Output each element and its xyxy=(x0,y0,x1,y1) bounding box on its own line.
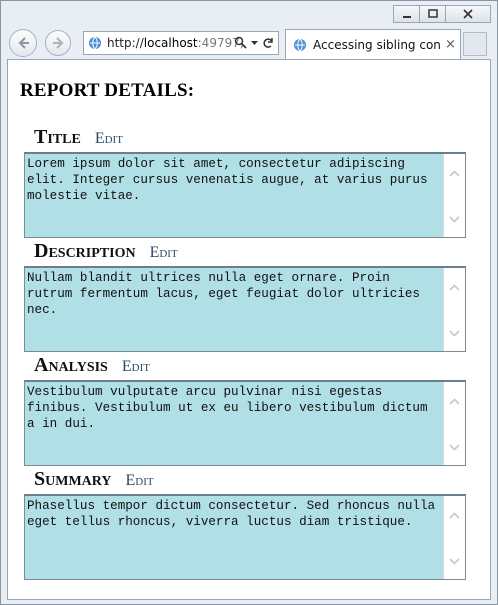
dropdown-arrow-icon[interactable] xyxy=(251,40,258,46)
maximize-icon xyxy=(427,9,438,18)
section-summary: Summary Edit Phasellus tempor dictum con… xyxy=(24,468,466,580)
textarea-text: Lorem ipsum dolor sit amet, consectetur … xyxy=(27,157,428,203)
browser-window: http://localhost:49797, Accessing siblin… xyxy=(0,0,498,605)
new-tab-button[interactable] xyxy=(463,32,487,56)
scroll-up-icon[interactable] xyxy=(449,512,460,519)
close-icon xyxy=(463,9,473,19)
textarea-text: Nullam blandit ultrices nulla eget ornar… xyxy=(27,271,420,317)
textarea[interactable]: Vestibulum vulputate arcu pulvinar nisi … xyxy=(24,380,466,466)
textarea[interactable]: Lorem ipsum dolor sit amet, consectetur … xyxy=(24,152,466,238)
refresh-icon[interactable] xyxy=(262,37,274,49)
section-analysis: Analysis Edit Vestibulum vulputate arcu … xyxy=(24,354,466,466)
scrollbar[interactable] xyxy=(443,496,465,579)
minimize-icon xyxy=(402,16,411,18)
page-globe-icon xyxy=(89,36,101,50)
scroll-down-icon[interactable] xyxy=(449,330,460,337)
scrollbar[interactable] xyxy=(443,154,465,237)
scroll-up-icon[interactable] xyxy=(449,284,460,291)
maximize-button[interactable] xyxy=(419,5,446,23)
search-icon[interactable] xyxy=(234,36,247,49)
window-controls xyxy=(393,5,491,23)
edit-link[interactable]: Edit xyxy=(122,358,150,376)
minimize-button[interactable] xyxy=(393,5,420,23)
tab-title: Accessing sibling cont... xyxy=(313,37,441,52)
section-description: Description Edit Nullam blandit ultrices… xyxy=(24,240,466,352)
scrollbar[interactable] xyxy=(443,382,465,465)
section-title: Title Edit Lorem ipsum dolor sit amet, c… xyxy=(24,126,466,238)
edit-link[interactable]: Edit xyxy=(126,472,154,490)
textarea[interactable]: Nullam blandit ultrices nulla eget ornar… xyxy=(24,266,466,352)
scrollbar[interactable] xyxy=(443,268,465,351)
report-heading: REPORT DETAILS: xyxy=(20,80,195,101)
scroll-down-icon[interactable] xyxy=(449,558,460,565)
textarea[interactable]: Phasellus tempor dictum consectetur. Sed… xyxy=(24,494,466,580)
forward-arrow-icon xyxy=(53,37,64,49)
scroll-up-icon[interactable] xyxy=(449,170,460,177)
tab-active[interactable]: Accessing sibling cont... × xyxy=(285,29,461,59)
forward-button[interactable] xyxy=(45,30,71,56)
section-label: Summary xyxy=(34,468,112,490)
section-label: Description xyxy=(34,240,136,262)
page-content: REPORT DETAILS: Title Edit Lorem ipsum d… xyxy=(7,59,491,600)
address-tools xyxy=(234,36,274,49)
back-button[interactable] xyxy=(9,29,37,57)
tab-close-icon[interactable]: × xyxy=(445,37,456,52)
scroll-down-icon[interactable] xyxy=(449,444,460,451)
scroll-up-icon[interactable] xyxy=(449,398,460,405)
textarea-text: Vestibulum vulputate arcu pulvinar nisi … xyxy=(27,385,428,431)
textarea-text: Phasellus tempor dictum consectetur. Sed… xyxy=(27,499,436,529)
edit-link[interactable]: Edit xyxy=(150,244,178,262)
close-window-button[interactable] xyxy=(445,5,491,23)
navigation-bar: http://localhost:49797, Accessing siblin… xyxy=(9,29,491,59)
section-label: Analysis xyxy=(34,354,108,376)
url-prefix: http:// xyxy=(107,36,144,50)
edit-link[interactable]: Edit xyxy=(95,130,123,148)
scroll-down-icon[interactable] xyxy=(449,216,460,223)
back-arrow-icon xyxy=(18,37,29,49)
url-host: localhost xyxy=(143,36,198,50)
address-bar[interactable]: http://localhost:49797, xyxy=(83,31,279,55)
tab-page-icon xyxy=(294,38,306,52)
section-label: Title xyxy=(34,126,81,148)
